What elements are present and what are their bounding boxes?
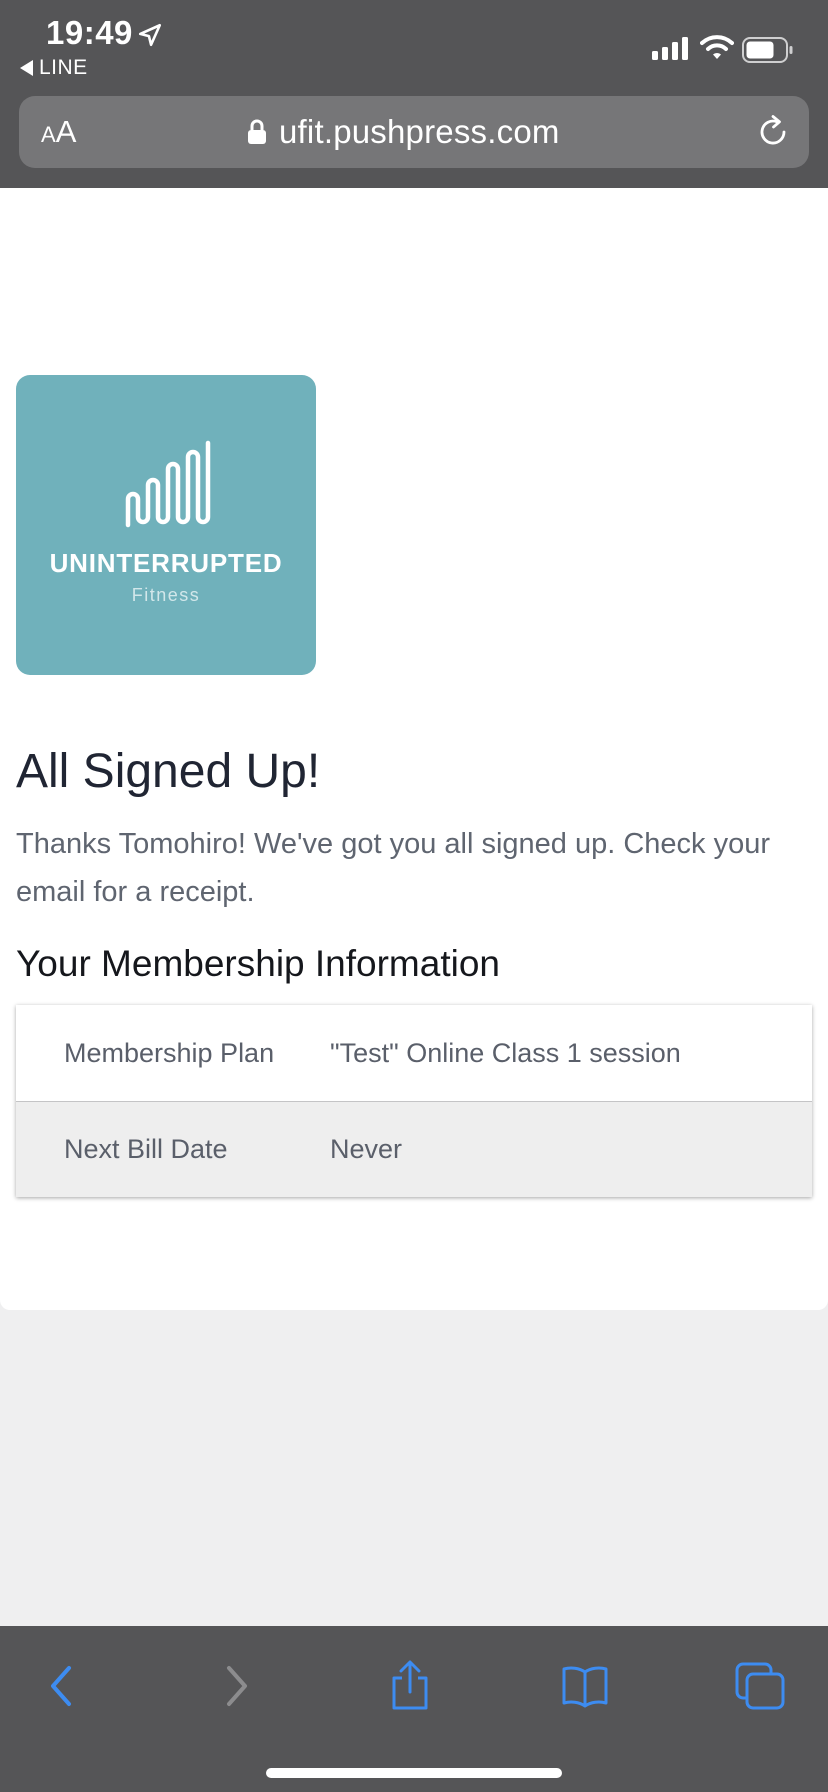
address-bar[interactable]: AA ufit.pushpress.com [19,96,809,168]
page-title: All Signed Up! [16,745,321,798]
confirmation-message: Thanks Tomohiro! We've got you all signe… [16,828,771,908]
table-row: Next Bill Date Never [16,1101,812,1197]
tabs-icon [735,1662,785,1710]
forward-button[interactable] [206,1656,266,1716]
status-time: 19:49 [46,14,133,51]
back-icon [51,1666,71,1706]
browser-top-chrome: 19:49 LINE AA ufit.pushpress.com [0,0,828,188]
location-arrow-icon [138,23,162,47]
section-title: Your Membership Information [16,943,500,984]
back-to-app-link[interactable]: LINE [20,56,88,80]
row-value: Never [330,1134,403,1164]
share-icon [392,1660,428,1710]
logo-wordmark: UNINTERRUPTED [49,548,283,578]
battery-icon [742,37,793,63]
url-text: ufit.pushpress.com [279,113,560,150]
forward-icon [227,1666,247,1706]
row-label: Next Bill Date [64,1134,228,1164]
content-card: UNINTERRUPTED Fitness All Signed Up! Tha… [0,188,828,1310]
home-indicator [266,1768,562,1778]
row-value: "Test" Online Class 1 session [330,1037,681,1068]
cellular-signal-icon [652,37,688,60]
sound-wave-logo-icon [125,440,211,528]
reload-icon[interactable] [755,114,791,150]
back-triangle-icon [20,60,33,76]
url-display[interactable]: ufit.pushpress.com [247,113,560,151]
table-row: Membership Plan "Test" Online Class 1 se… [16,1005,812,1101]
share-button[interactable] [380,1656,440,1716]
browser-toolbar [0,1626,828,1792]
membership-info-table: Membership Plan "Test" Online Class 1 se… [16,1005,812,1197]
lock-icon [248,119,266,144]
bookmarks-button[interactable] [555,1656,615,1716]
wifi-icon [700,35,734,59]
back-app-label: LINE [39,56,88,79]
back-button[interactable] [32,1656,92,1716]
text-size-button[interactable]: AA [41,114,76,150]
row-label: Membership Plan [64,1037,275,1068]
logo-subtitle: Fitness [131,585,201,605]
tabs-button[interactable] [730,1656,790,1716]
bookmarks-icon [562,1666,608,1708]
gym-logo: UNINTERRUPTED Fitness [16,375,316,675]
